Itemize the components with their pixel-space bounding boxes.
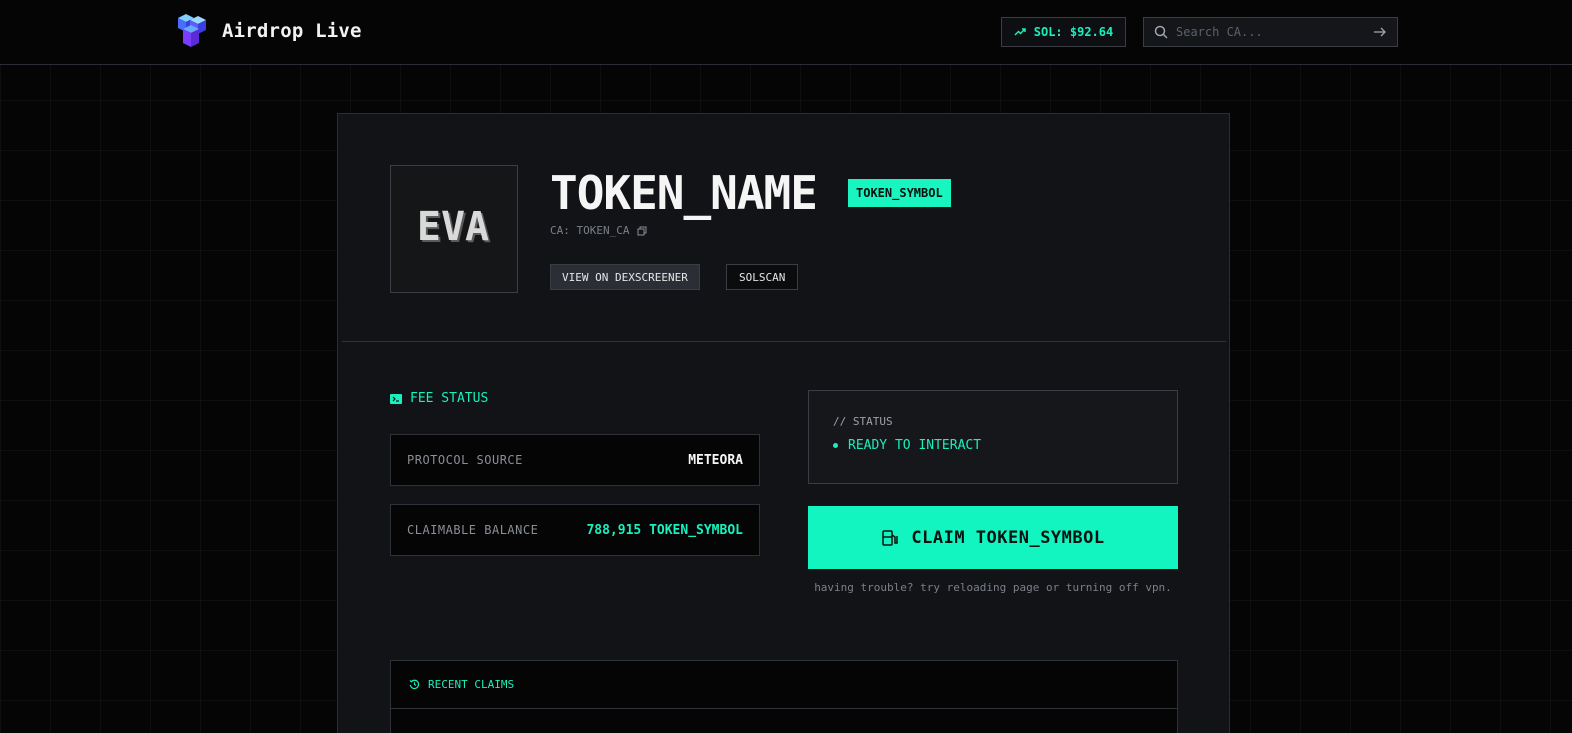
status-caption: // STATUS <box>833 415 893 428</box>
status-state: READY TO INTERACT <box>833 438 1177 453</box>
search-box <box>1143 17 1398 47</box>
protocol-source-value: METEORA <box>688 452 743 468</box>
copy-icon[interactable] <box>637 226 647 236</box>
view-on-dexscreener-button[interactable]: VIEW ON DEXSCREENER <box>550 264 700 290</box>
fee-status-heading: FEE STATUS <box>390 391 488 406</box>
help-text: having trouble? try reloading page or tu… <box>814 581 1172 594</box>
solscan-button[interactable]: SOLSCAN <box>726 264 799 290</box>
claimable-balance-value: 788,915 TOKEN_SYMBOL <box>586 522 743 538</box>
claim-button[interactable]: CLAIM TOKEN_SYMBOL <box>808 506 1178 569</box>
search-input[interactable] <box>1176 25 1373 39</box>
claimable-balance-label: CLAIMABLE BALANCE <box>407 523 539 537</box>
brand[interactable]: Airdrop Live <box>170 12 362 50</box>
claimable-balance-row: CLAIMABLE BALANCE 788,915 TOKEN_SYMBOL <box>390 504 760 556</box>
fuel-pump-icon <box>882 529 899 546</box>
trending-up-icon <box>1014 28 1026 36</box>
token-name: TOKEN_NAME <box>550 166 818 220</box>
terminal-icon <box>390 393 402 404</box>
token-card: EVA EVA TOKEN_NAME TOKEN_SYMBOL CA: TOKE… <box>337 113 1230 733</box>
sol-price: SOL: $92.64 <box>1033 25 1114 39</box>
search-icon <box>1154 25 1168 39</box>
contract-address-text: CA: TOKEN_CA <box>550 224 630 237</box>
status-dot-icon <box>833 443 838 448</box>
history-icon <box>409 679 420 690</box>
arrow-right-icon[interactable] <box>1373 26 1387 38</box>
token-logo-image: EVA EVA <box>417 204 491 252</box>
svg-text:EVA: EVA <box>417 204 489 250</box>
token-symbol-badge: TOKEN_SYMBOL <box>848 179 951 207</box>
recent-claims-title: RECENT CLAIMS <box>428 678 515 691</box>
protocol-source-row: PROTOCOL SOURCE METEORA <box>390 434 760 486</box>
brand-name: Airdrop Live <box>222 20 362 42</box>
token-logo: EVA EVA <box>390 165 518 293</box>
status-state-text: READY TO INTERACT <box>848 438 982 453</box>
protocol-source-label: PROTOCOL SOURCE <box>407 453 523 467</box>
top-navbar: Airdrop Live SOL: $92.64 <box>0 0 1572 65</box>
contract-address: CA: TOKEN_CA <box>550 224 647 237</box>
recent-claims-panel: RECENT CLAIMS <box>390 660 1178 733</box>
recent-claims-header: RECENT CLAIMS <box>391 661 1177 709</box>
claim-button-label: CLAIM TOKEN_SYMBOL <box>911 527 1105 548</box>
section-divider <box>342 341 1226 342</box>
fee-status-title: FEE STATUS <box>410 391 489 406</box>
status-panel: // STATUS READY TO INTERACT <box>808 390 1178 484</box>
cube-logo-icon <box>178 14 206 47</box>
sol-price-chip[interactable]: SOL: $92.64 <box>1001 17 1126 47</box>
